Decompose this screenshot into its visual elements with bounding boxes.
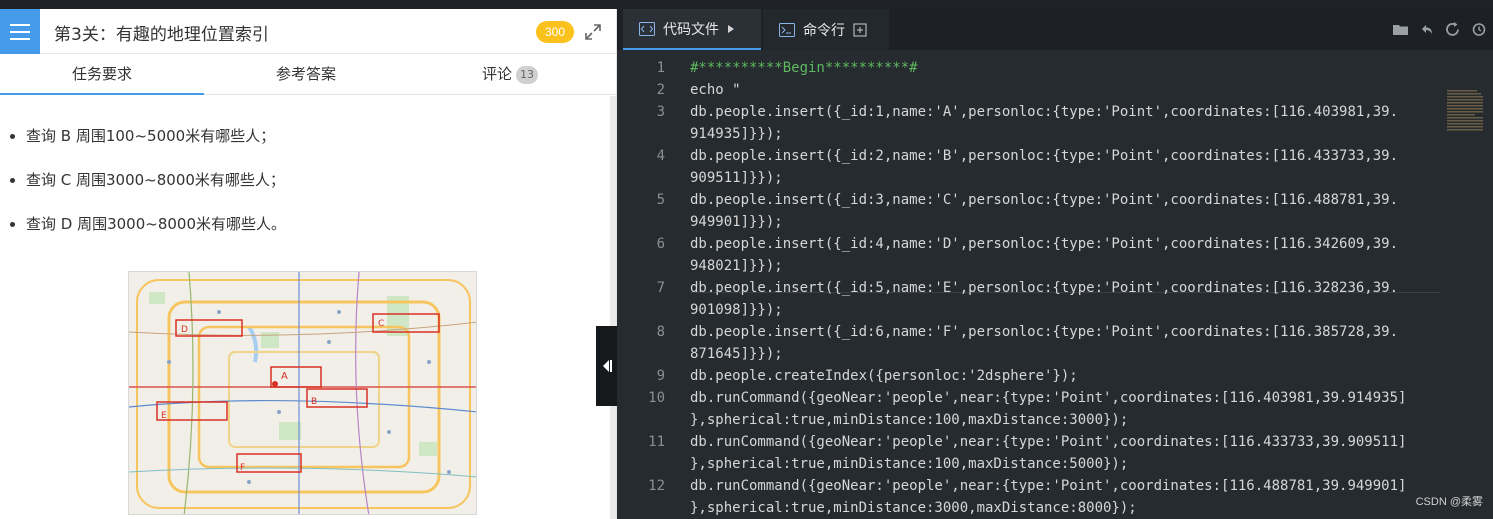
comment-count-badge: 13 bbox=[516, 66, 538, 84]
tab-code-label: 代码文件 bbox=[663, 21, 719, 38]
code-text: db.people.insert({_id:4,name:'D',personl… bbox=[690, 236, 1399, 252]
line-number: 3 bbox=[656, 104, 665, 120]
terminal-icon bbox=[779, 22, 795, 37]
map-label-d: D bbox=[181, 325, 188, 335]
code-text: 948021]}}); bbox=[690, 258, 783, 274]
tab-requirements[interactable]: 任务要求 bbox=[0, 55, 204, 95]
expand-icon[interactable] bbox=[583, 22, 603, 42]
task-header: 第3关：有趣的地理位置索引 300 bbox=[0, 9, 616, 54]
line-number: 7 bbox=[656, 280, 665, 296]
history-icon[interactable] bbox=[1470, 21, 1487, 38]
code-text: 901098]}}); bbox=[690, 302, 783, 318]
code-text: db.people.createIndex({personloc:'2dsphe… bbox=[690, 368, 1078, 384]
collapse-arrow-icon bbox=[602, 360, 612, 372]
folder-icon[interactable] bbox=[1392, 21, 1409, 38]
menu-button[interactable] bbox=[0, 9, 40, 54]
watermark: CSDN @柔雾 bbox=[1415, 496, 1483, 508]
code-text: },spherical:true,minDistance:3000,maxDis… bbox=[690, 500, 1137, 516]
code-text: db.people.insert({_id:1,name:'A',personl… bbox=[690, 104, 1399, 120]
task-item: 查询 B 周围100~5000米有哪些人； bbox=[9, 127, 276, 145]
line-number: 9 bbox=[656, 368, 665, 384]
code-editor[interactable]: 1 #**********Begin**********# 2 echo " 3 db.p… bbox=[617, 50, 1493, 519]
code-text: },spherical:true,minDistance:100,maxDist… bbox=[690, 412, 1129, 428]
scrollbar[interactable] bbox=[610, 96, 616, 519]
code-text: db.runCommand({geoNear:'people',near:{ty… bbox=[690, 434, 1407, 450]
code-text: db.people.insert({_id:2,name:'B',personl… bbox=[690, 148, 1399, 164]
tab-answer[interactable]: 参考答案 bbox=[204, 55, 408, 95]
task-tabs: 任务要求 参考答案 评论 13 bbox=[0, 55, 616, 95]
task-item: 查询 C 周围3000~8000米有哪些人； bbox=[10, 171, 285, 189]
tab-cmd-label: 命令行 bbox=[803, 22, 845, 39]
code-text: db.runCommand({geoNear:'people',near:{ty… bbox=[690, 390, 1407, 406]
code-text: db.people.insert({_id:5,name:'E',personl… bbox=[690, 280, 1399, 296]
tab-label: 任务要求 bbox=[71, 65, 132, 83]
map-label-a: A bbox=[281, 371, 288, 382]
code-text: 871645]}}); bbox=[690, 346, 783, 362]
code-text: },spherical:true,minDistance:100,maxDist… bbox=[690, 456, 1129, 472]
tab-label: 评论 bbox=[481, 65, 512, 83]
line-number: 4 bbox=[656, 148, 665, 164]
line-number: 8 bbox=[656, 324, 665, 340]
undo-icon[interactable] bbox=[1418, 21, 1435, 38]
line-number: 12 bbox=[648, 478, 665, 494]
editor-panel: 代码文件 命令行 1 #**********Begin**********# 2… bbox=[617, 9, 1493, 519]
code-text: echo " bbox=[690, 82, 741, 98]
editor-tabs: 代码文件 命令行 bbox=[617, 9, 1493, 50]
code-minimap[interactable] bbox=[1447, 88, 1487, 148]
code-file-icon bbox=[639, 21, 655, 36]
line-number: 2 bbox=[656, 82, 665, 98]
tab-comments[interactable]: 评论 13 bbox=[408, 55, 612, 95]
map-image: A B C D E F bbox=[128, 271, 477, 515]
collapse-panel-button[interactable] bbox=[596, 326, 617, 406]
code-text: db.people.insert({_id:6,name:'F',personl… bbox=[690, 324, 1399, 340]
code-text: #**********Begin**********# bbox=[690, 60, 918, 76]
tab-label: 参考答案 bbox=[275, 65, 336, 83]
score-badge: 300 bbox=[536, 21, 574, 43]
task-item: 查询 D 周围3000~8000米有哪些人。 bbox=[9, 215, 287, 233]
map-label-c: C bbox=[378, 319, 384, 329]
tab-code-file[interactable]: 代码文件 bbox=[623, 9, 761, 50]
line-number: 10 bbox=[648, 390, 665, 406]
page-title: 第3关：有趣的地理位置索引 bbox=[54, 25, 269, 45]
top-strip bbox=[0, 0, 1493, 9]
code-text: 909511]}}); bbox=[690, 170, 783, 186]
code-text: 914935]}}); bbox=[690, 126, 783, 142]
map-label-e: E bbox=[161, 411, 167, 421]
editor-toolbar bbox=[1392, 21, 1487, 38]
line-number: 1 bbox=[656, 60, 665, 76]
app-root: 第3关：有趣的地理位置索引 300 任务要求 参考答案 评论 13 查询 B 周围… bbox=[0, 0, 1493, 519]
tab-command-line[interactable]: 命令行 bbox=[763, 9, 889, 50]
play-icon[interactable] bbox=[727, 24, 735, 34]
code-text: 949901]}}); bbox=[690, 214, 783, 230]
refresh-icon[interactable] bbox=[1444, 21, 1461, 38]
line-number: 6 bbox=[656, 236, 665, 252]
code-text: db.runCommand({geoNear:'people',near:{ty… bbox=[690, 478, 1407, 494]
line-number: 11 bbox=[648, 434, 665, 450]
code-text: db.people.insert({_id:3,name:'C',personl… bbox=[690, 192, 1399, 208]
map-drawing: A B C D E F bbox=[129, 272, 476, 514]
task-panel: 第3关：有趣的地理位置索引 300 任务要求 参考答案 评论 13 查询 B 周围… bbox=[0, 9, 617, 519]
new-terminal-icon[interactable] bbox=[853, 23, 867, 37]
line-number: 5 bbox=[656, 192, 665, 208]
map-label-f: F bbox=[240, 463, 245, 473]
map-label-b: B bbox=[311, 397, 317, 407]
